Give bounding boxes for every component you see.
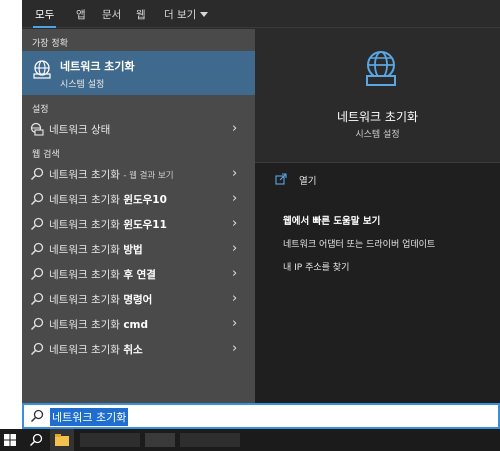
tab-all[interactable]: 모두 bbox=[32, 5, 57, 28]
search-icon bbox=[30, 192, 44, 206]
settings-item-network-status[interactable]: 네트워크 상태 › bbox=[22, 117, 255, 141]
search-icon bbox=[30, 292, 44, 306]
detail-title: 네트워크 초기화 bbox=[336, 110, 419, 124]
tab-more-label: 더 보기 bbox=[164, 9, 197, 21]
search-panel: 모두 앱 문서 웹 더 보기 가장 정확 네트워크 초기화 시스템 설정 설정 … bbox=[22, 0, 500, 403]
tab-more[interactable]: 더 보기 bbox=[164, 5, 209, 23]
open-button[interactable]: 열기 bbox=[299, 173, 316, 187]
results-list: 가장 정확 네트워크 초기화 시스템 설정 설정 네트워크 상태 › 웹 검색 bbox=[22, 29, 255, 403]
help-link[interactable]: 내 IP 주소를 찾기 bbox=[283, 260, 349, 273]
scope-tabs: 모두 앱 문서 웹 더 보기 bbox=[22, 0, 500, 28]
section-settings: 설정 bbox=[32, 105, 49, 115]
network-status-icon bbox=[30, 122, 44, 136]
section-best-match: 가장 정확 bbox=[32, 39, 68, 49]
taskbar bbox=[0, 429, 500, 451]
caret-down-icon bbox=[200, 12, 209, 17]
settings-item-label: 네트워크 상태 bbox=[49, 124, 111, 136]
search-icon bbox=[30, 267, 44, 281]
web-result-query: 네트워크 초기화 bbox=[49, 169, 120, 181]
detail-header: 네트워크 초기화 시스템 설정 bbox=[255, 29, 500, 163]
help-link[interactable]: 네트워크 어댑터 또는 드라이버 업데이트 bbox=[283, 237, 435, 250]
chevron-right-icon: › bbox=[232, 216, 238, 231]
taskbar-app[interactable] bbox=[145, 433, 175, 447]
web-result-query: 네트워크 초기화 bbox=[49, 219, 120, 231]
web-result-query: 네트워크 초기화 bbox=[49, 269, 120, 281]
web-result-item[interactable]: 네트워크 초기화 cmd › bbox=[22, 312, 255, 336]
web-result-suffix: 명령어 bbox=[123, 294, 153, 306]
open-external-icon bbox=[275, 173, 287, 185]
chevron-right-icon: › bbox=[232, 166, 238, 181]
background-strip bbox=[0, 0, 22, 403]
help-heading: 웹에서 빠른 도움말 보기 bbox=[283, 216, 381, 227]
web-result-item[interactable]: 네트워크 초기화 윈도우11 › bbox=[22, 212, 255, 236]
web-result-query: 네트워크 초기화 bbox=[49, 194, 120, 206]
search-icon bbox=[30, 242, 44, 256]
web-result-item[interactable]: 네트워크 초기화 명령어 › bbox=[22, 287, 255, 311]
best-match-item[interactable]: 네트워크 초기화 시스템 설정 bbox=[22, 51, 255, 95]
web-result-suffix: 방법 bbox=[123, 244, 143, 256]
chevron-right-icon: › bbox=[232, 241, 238, 256]
section-web-search: 웹 검색 bbox=[32, 150, 60, 160]
search-icon bbox=[30, 217, 44, 231]
web-result-item[interactable]: 네트워크 초기화 윈도우10 › bbox=[22, 187, 255, 211]
web-result-hint: - 웹 결과 보기 bbox=[123, 171, 174, 181]
web-result-suffix: 후 연결 bbox=[123, 269, 156, 281]
chevron-right-icon: › bbox=[232, 266, 238, 281]
detail-subtitle: 시스템 설정 bbox=[355, 130, 400, 140]
search-icon bbox=[30, 342, 44, 356]
search-icon bbox=[30, 317, 44, 331]
windows-start-icon[interactable] bbox=[4, 434, 16, 446]
file-explorer-button[interactable] bbox=[50, 429, 74, 451]
chevron-right-icon: › bbox=[232, 121, 238, 136]
web-result-item[interactable]: 네트워크 초기화 - 웹 결과 보기 › bbox=[22, 162, 255, 186]
web-result-query: 네트워크 초기화 bbox=[49, 344, 120, 356]
taskbar-app[interactable] bbox=[80, 433, 140, 447]
globe-network-icon bbox=[366, 51, 396, 86]
web-result-item[interactable]: 네트워크 초기화 후 연결 › bbox=[22, 262, 255, 286]
taskbar-app[interactable] bbox=[180, 433, 240, 447]
search-input[interactable]: 네트워크 초기화 bbox=[50, 408, 129, 426]
web-result-query: 네트워크 초기화 bbox=[49, 244, 120, 256]
web-result-item[interactable]: 네트워크 초기화 취소 › bbox=[22, 337, 255, 361]
tab-apps[interactable]: 앱 bbox=[76, 5, 86, 23]
web-result-suffix: 윈도우10 bbox=[123, 194, 167, 206]
web-result-item[interactable]: 네트워크 초기화 방법 › bbox=[22, 237, 255, 261]
search-icon bbox=[30, 167, 44, 181]
chevron-right-icon: › bbox=[232, 191, 238, 206]
folder-icon bbox=[55, 434, 69, 446]
chevron-right-icon: › bbox=[232, 291, 238, 306]
tab-documents[interactable]: 문서 bbox=[102, 5, 121, 23]
chevron-right-icon: › bbox=[232, 341, 238, 356]
tab-web[interactable]: 웹 bbox=[136, 5, 146, 23]
detail-pane: 네트워크 초기화 시스템 설정 열기 웹에서 빠른 도움말 보기 네트워크 어댑… bbox=[255, 29, 500, 403]
web-result-suffix: cmd bbox=[123, 319, 148, 331]
web-result-suffix: 윈도우11 bbox=[123, 219, 167, 231]
web-result-query: 네트워크 초기화 bbox=[49, 319, 120, 331]
search-icon[interactable] bbox=[29, 433, 43, 447]
best-match-subtitle: 시스템 설정 bbox=[60, 80, 105, 90]
search-box[interactable]: 네트워크 초기화 bbox=[22, 403, 500, 429]
globe-network-icon bbox=[33, 60, 51, 79]
web-result-suffix: 취소 bbox=[123, 344, 143, 356]
search-icon bbox=[30, 409, 44, 423]
web-result-query: 네트워크 초기화 bbox=[49, 294, 120, 306]
best-match-title: 네트워크 초기화 bbox=[60, 60, 135, 73]
chevron-right-icon: › bbox=[232, 316, 238, 331]
